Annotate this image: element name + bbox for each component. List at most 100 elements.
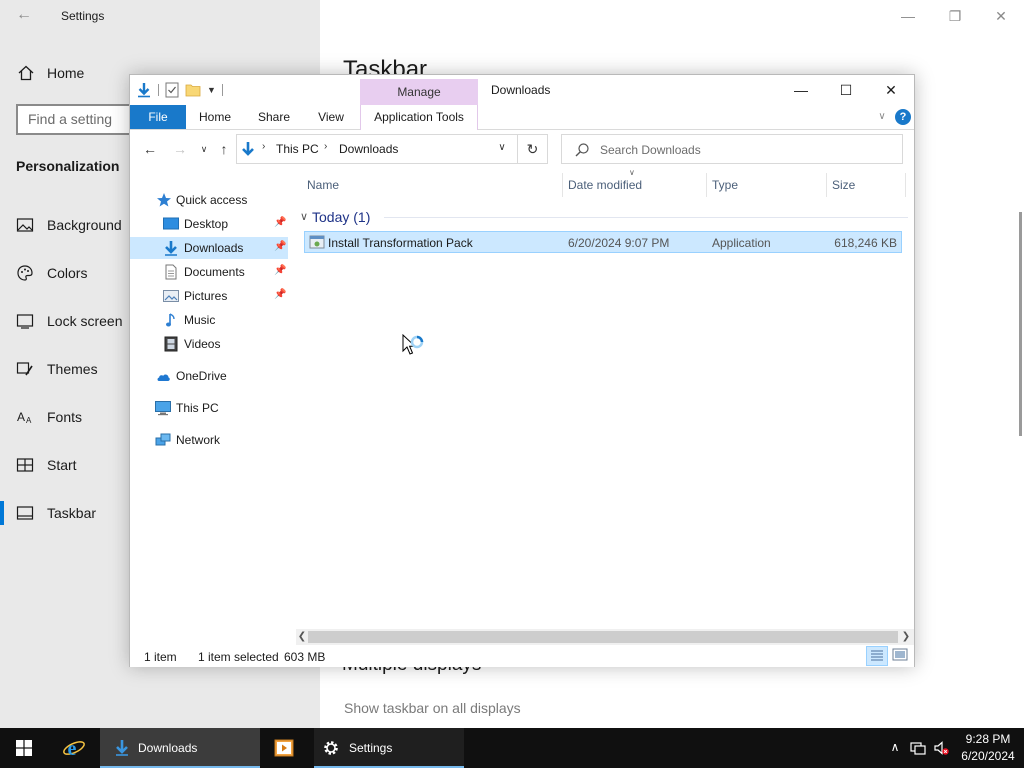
horizontal-scrollbar[interactable]: ❮ ❯ bbox=[296, 629, 914, 645]
nav-item-fonts[interactable]: AA Fonts bbox=[0, 404, 128, 430]
downloads-arrow-icon bbox=[165, 241, 177, 256]
taskbar-downloads-button[interactable]: Downloads bbox=[100, 728, 260, 768]
show-hidden-icons-chevron-icon[interactable]: ∧ bbox=[887, 740, 903, 756]
status-bar: 1 item 1 item selected 603 MB bbox=[130, 645, 914, 667]
collapse-group-chevron-icon[interactable]: ∨ bbox=[300, 210, 308, 223]
network-icon bbox=[155, 433, 171, 446]
volume-muted-icon[interactable] bbox=[933, 740, 949, 756]
settings-scrollbar[interactable] bbox=[1019, 212, 1022, 436]
file-row[interactable]: Install Transformation Pack 6/20/2024 9:… bbox=[304, 231, 902, 253]
nav-item-colors[interactable]: Colors bbox=[0, 260, 128, 286]
nav-label: Network bbox=[176, 433, 221, 447]
pin-icon[interactable]: 📌 bbox=[274, 289, 286, 300]
expand-ribbon-chevron-icon[interactable]: ∨ bbox=[875, 109, 889, 125]
downloads-arrow-icon[interactable] bbox=[136, 82, 152, 98]
nav-videos[interactable]: Videos bbox=[130, 333, 288, 355]
scrollbar-thumb[interactable] bbox=[308, 631, 898, 643]
column-divider[interactable] bbox=[706, 173, 707, 197]
pin-icon[interactable]: 📌 bbox=[274, 217, 286, 228]
find-setting-input[interactable]: Find a setting bbox=[16, 104, 136, 135]
document-icon bbox=[165, 264, 177, 280]
windows-logo-icon bbox=[16, 740, 32, 756]
tab-application-tools[interactable]: Application Tools bbox=[360, 105, 478, 130]
nav-label: Documents bbox=[184, 265, 245, 279]
nav-item-themes[interactable]: Themes bbox=[0, 356, 128, 382]
media-player-button[interactable] bbox=[262, 728, 306, 768]
nav-pictures[interactable]: Pictures 📌 bbox=[130, 285, 288, 307]
nav-item-background[interactable]: Background bbox=[0, 212, 128, 238]
column-divider[interactable] bbox=[905, 173, 906, 197]
help-icon[interactable]: ? bbox=[895, 109, 911, 125]
maximize-icon[interactable]: ☐ bbox=[823, 75, 869, 105]
nav-quick-access[interactable]: Quick access bbox=[130, 189, 288, 211]
tab-home[interactable]: Home bbox=[192, 105, 238, 129]
navigation-pane: Quick access Desktop 📌 Downloads 📌 Docum… bbox=[130, 169, 292, 639]
pin-icon[interactable]: 📌 bbox=[274, 265, 286, 276]
nav-this-pc[interactable]: This PC bbox=[130, 397, 288, 419]
restore-icon[interactable]: ❐ bbox=[940, 4, 970, 28]
back-arrow-icon[interactable]: ← bbox=[140, 139, 160, 159]
address-bar[interactable]: › This PC › Downloads ∨ bbox=[236, 134, 518, 164]
column-header-type[interactable]: Type bbox=[712, 178, 738, 192]
nav-downloads[interactable]: Downloads 📌 bbox=[130, 237, 288, 259]
up-arrow-icon[interactable]: ↑ bbox=[214, 139, 234, 159]
recent-locations-chevron-icon[interactable]: ∨ bbox=[194, 139, 214, 159]
properties-icon[interactable] bbox=[165, 82, 179, 98]
tab-view[interactable]: View bbox=[308, 105, 354, 129]
internet-explorer-button[interactable]: e bbox=[52, 728, 96, 768]
status-selection-size: 603 MB bbox=[284, 650, 326, 664]
nav-label: OneDrive bbox=[176, 369, 227, 383]
minimize-icon[interactable]: — bbox=[778, 75, 824, 105]
tab-share[interactable]: Share bbox=[250, 105, 298, 129]
clock-time[interactable]: 9:28 PM bbox=[961, 732, 1015, 746]
nav-item-start[interactable]: Start bbox=[0, 452, 128, 478]
manage-contextual-tab[interactable]: Manage bbox=[360, 79, 478, 105]
settings-home-link[interactable]: Home bbox=[16, 62, 84, 84]
breadcrumb-separator-icon[interactable]: › bbox=[324, 141, 327, 152]
details-view-icon[interactable] bbox=[866, 646, 888, 666]
nav-desktop[interactable]: Desktop 📌 bbox=[130, 213, 288, 235]
nav-item-taskbar[interactable]: Taskbar bbox=[0, 500, 128, 526]
column-divider[interactable] bbox=[562, 173, 563, 197]
column-header-name[interactable]: Name bbox=[307, 178, 339, 192]
column-header-size[interactable]: Size bbox=[832, 178, 855, 192]
breadcrumb-downloads[interactable]: Downloads bbox=[339, 142, 398, 156]
start-button[interactable] bbox=[0, 728, 48, 768]
pin-icon[interactable]: 📌 bbox=[274, 241, 286, 252]
clock-date[interactable]: 6/20/2024 bbox=[958, 749, 1018, 763]
new-folder-icon[interactable] bbox=[185, 82, 201, 98]
close-icon[interactable]: ✕ bbox=[868, 75, 914, 105]
scroll-left-arrow-icon[interactable]: ❮ bbox=[296, 629, 308, 645]
address-dropdown-icon[interactable]: ∨ bbox=[495, 142, 509, 158]
search-icon bbox=[575, 143, 589, 157]
customize-qat-icon[interactable]: ▼ bbox=[207, 85, 216, 95]
forward-arrow-icon[interactable]: → bbox=[170, 139, 190, 159]
minimize-icon[interactable]: — bbox=[893, 4, 923, 28]
nav-label: Lock screen bbox=[47, 313, 123, 329]
close-icon[interactable]: ✕ bbox=[986, 4, 1016, 28]
column-header-date-modified[interactable]: Date modified bbox=[568, 178, 642, 192]
nav-network[interactable]: Network bbox=[130, 429, 288, 451]
nav-label: Colors bbox=[47, 265, 88, 281]
group-header-today[interactable]: ∨ Today (1) bbox=[296, 207, 908, 229]
taskbar: e Downloads Settings ∧ 9:28 PM 6/20/2024 bbox=[0, 728, 1024, 768]
taskbar-button-label: Downloads bbox=[138, 741, 198, 755]
network-tray-icon[interactable] bbox=[910, 740, 926, 756]
large-icons-view-icon[interactable] bbox=[890, 646, 912, 666]
scroll-right-arrow-icon[interactable]: ❯ bbox=[900, 629, 912, 645]
star-icon bbox=[157, 193, 171, 207]
tab-file[interactable]: File bbox=[130, 105, 186, 129]
back-arrow-icon[interactable]: ← bbox=[12, 6, 36, 26]
search-input[interactable] bbox=[600, 141, 890, 159]
taskbar-settings-button[interactable]: Settings bbox=[314, 728, 464, 768]
breadcrumb-this-pc[interactable]: This PC bbox=[276, 142, 319, 156]
column-divider[interactable] bbox=[826, 173, 827, 197]
nav-item-lock-screen[interactable]: Lock screen bbox=[0, 308, 128, 334]
brush-icon bbox=[16, 362, 33, 376]
refresh-icon[interactable]: ↻ bbox=[518, 134, 548, 164]
breadcrumb-separator-icon[interactable]: › bbox=[262, 141, 265, 152]
nav-music[interactable]: Music bbox=[130, 309, 288, 331]
search-box[interactable] bbox=[561, 134, 903, 164]
nav-onedrive[interactable]: OneDrive bbox=[130, 365, 288, 387]
nav-documents[interactable]: Documents 📌 bbox=[130, 261, 288, 283]
